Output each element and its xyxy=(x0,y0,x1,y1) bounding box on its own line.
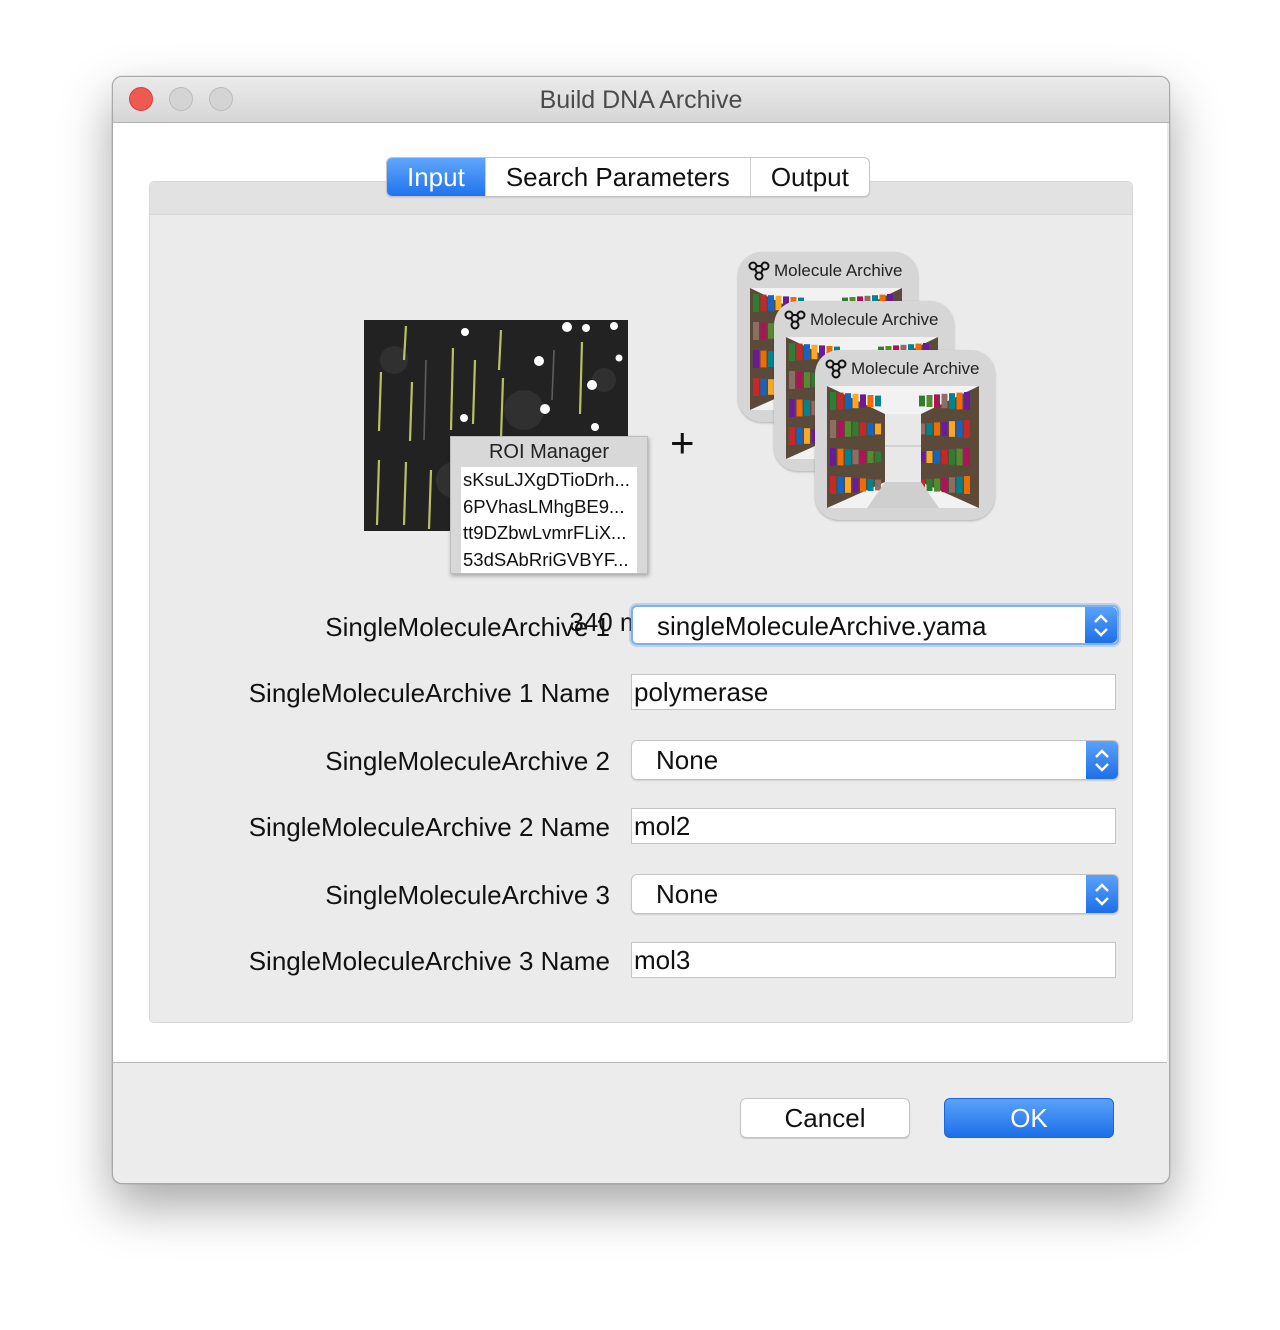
updown-chevron-icon[interactable] xyxy=(1085,607,1117,643)
tab-search-parameters[interactable]: Search Parameters xyxy=(484,158,750,196)
dialog-content: ROI Manager sKsuLJXgDTioDrh... 6PVhasLMh… xyxy=(113,123,1167,1063)
archive3-label: SingleMoleculeArchive 3 xyxy=(325,880,610,910)
archive2-selected-value: None xyxy=(656,745,719,775)
archive3-name-field[interactable] xyxy=(631,942,1116,978)
molecule-icon xyxy=(748,261,770,281)
title-bar: Build DNA Archive xyxy=(113,77,1169,123)
updown-chevron-icon[interactable] xyxy=(1086,741,1118,779)
archive3-name-label: SingleMoleculeArchive 3 Name xyxy=(248,946,610,976)
archive1-label: SingleMoleculeArchive 1 xyxy=(325,612,610,642)
archive2-name-field[interactable] xyxy=(631,808,1116,844)
molecule-archive-label: Molecule Archive xyxy=(810,310,939,329)
roi-list-item: tt9DZbwLvmrFLiX... xyxy=(463,522,627,543)
roi-list-item: sKsuLJXgDTioDrh... xyxy=(463,469,630,490)
tab-panel: ROI Manager sKsuLJXgDTioDrh... 6PVhasLMh… xyxy=(149,181,1133,1023)
roi-manager-panel: ROI Manager sKsuLJXgDTioDrh... 6PVhasLMh… xyxy=(450,436,648,574)
window-title: Build DNA Archive xyxy=(539,86,743,114)
tab-output[interactable]: Output xyxy=(749,158,869,196)
roi-list: sKsuLJXgDTioDrh... 6PVhasLMhgBE9... tt9D… xyxy=(461,467,637,573)
archive2-select[interactable]: None xyxy=(631,740,1119,780)
molecule-icon xyxy=(825,359,847,379)
archive3-select[interactable]: None xyxy=(631,874,1119,914)
archive1-selected-value: singleMoleculeArchive.yama xyxy=(657,611,987,641)
archive2-label: SingleMoleculeArchive 2 xyxy=(325,746,610,776)
archive2-name-label: SingleMoleculeArchive 2 Name xyxy=(248,812,610,842)
molecule-icon xyxy=(784,310,806,330)
updown-chevron-icon[interactable] xyxy=(1086,875,1118,913)
cancel-button[interactable]: Cancel xyxy=(740,1098,910,1138)
tab-input[interactable]: Input xyxy=(387,158,485,196)
roi-list-item: 6PVhasLMhgBE9... xyxy=(463,495,625,517)
molecule-archive-label: Molecule Archive xyxy=(774,261,903,280)
molecule-archive-label: Molecule Archive xyxy=(851,359,980,378)
ok-button[interactable]: OK xyxy=(944,1098,1114,1138)
archive1-name-label: SingleMoleculeArchive 1 Name xyxy=(248,678,610,708)
tab-bar: Input Search Parameters Output xyxy=(386,157,870,197)
dialog-window: Build DNA Archive ROI Manager sKsuLJXgDT… xyxy=(112,76,1170,1184)
roi-list-item: 53dSAbRriGVBYF... xyxy=(463,548,629,570)
plus-sign: + xyxy=(670,419,695,466)
molecule-archive-card: Molecule Archive xyxy=(815,350,995,520)
archive3-selected-value: None xyxy=(656,879,719,909)
archive1-select[interactable]: singleMoleculeArchive.yama xyxy=(631,605,1119,645)
roi-manager-title: ROI Manager xyxy=(488,441,610,463)
footer-divider xyxy=(113,1062,1167,1063)
library-icon xyxy=(827,386,979,508)
archive1-name-field[interactable] xyxy=(631,674,1116,710)
